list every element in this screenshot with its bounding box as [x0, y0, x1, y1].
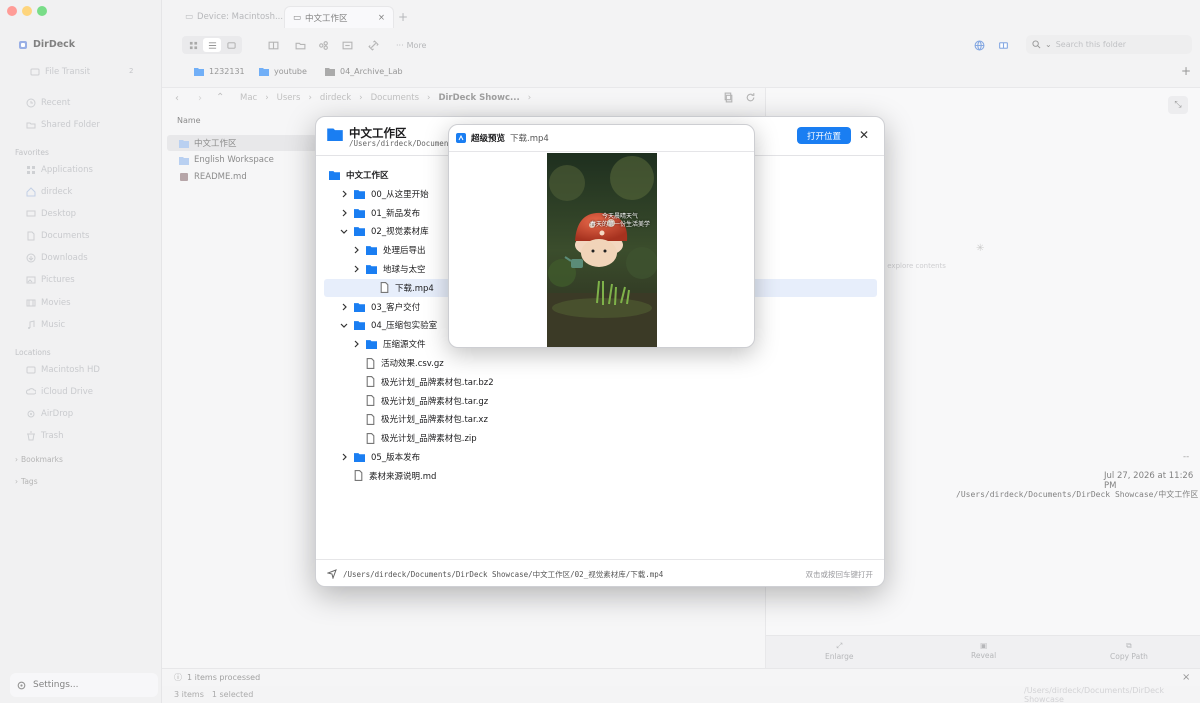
tree-row[interactable]: 04_压缩包实验室 — [340, 316, 437, 334]
video-caption: 今天晨晴天气 春天的第一份生活美学 — [589, 213, 650, 228]
dialog-footer: /Users/dirdeck/Documents/DirDeck Showcas… — [316, 559, 884, 586]
tree-row-label: 02_视觉素材库 — [371, 227, 429, 238]
tree-row-label: 极光计划_品牌素材包.tar.xz — [381, 415, 488, 426]
tree-row[interactable]: 地球与太空 — [352, 260, 426, 278]
tree-row-label: 极光计划_品牌素材包.zip — [381, 434, 477, 445]
tree-row-label: 处理后导出 — [383, 246, 426, 257]
tree-row[interactable]: 05_版本发布 — [340, 448, 420, 466]
quicklook-app-icon — [456, 133, 466, 143]
footer-path: /Users/dirdeck/Documents/DirDeck Showcas… — [343, 569, 664, 579]
chevron-right-icon[interactable] — [340, 453, 348, 461]
file-icon — [366, 432, 375, 444]
tree-row-label: 地球与太空 — [383, 265, 426, 275]
folder-icon — [354, 208, 365, 218]
dialog-path: /Users/dirdeck/Documents — [349, 139, 458, 148]
tree-row[interactable]: 极光计划_品牌素材包.tar.bz2 — [352, 373, 494, 391]
file-icon — [366, 395, 375, 407]
file-icon — [380, 282, 389, 294]
folder-icon — [354, 452, 365, 462]
folder-icon — [354, 226, 365, 237]
tree-row[interactable]: 02_视觉素材库 — [340, 222, 429, 240]
chevron-right-icon[interactable] — [352, 246, 360, 254]
file-icon — [354, 470, 363, 482]
tree-row-label: 下载.mp4 — [395, 283, 434, 294]
folder-icon — [354, 189, 365, 199]
chevron-down-icon[interactable] — [340, 227, 348, 235]
tree-row-label: 素材来源说明.md — [369, 471, 437, 482]
file-icon — [366, 413, 375, 425]
tree-row[interactable]: 01_新品发布 — [340, 204, 420, 222]
folder-icon — [327, 127, 343, 141]
tree-row[interactable]: 素材来源说明.md — [340, 467, 436, 485]
tree-row[interactable]: 压缩源文件 — [352, 335, 426, 353]
chevron-right-icon[interactable] — [340, 190, 348, 198]
chevron-down-icon[interactable] — [340, 321, 348, 329]
tree-row[interactable]: 处理后导出 — [352, 241, 426, 259]
tree-row[interactable]: 极光计划_品牌素材包.tar.gz — [352, 392, 488, 410]
file-icon — [366, 357, 375, 369]
tree-row[interactable]: 03_客户交付 — [340, 298, 420, 316]
tree-row-label: 01_新品发布 — [371, 208, 421, 219]
quicklook-header: 超级预览 下载.mp4 — [449, 125, 754, 152]
chevron-right-icon[interactable] — [352, 340, 360, 348]
open-location-button[interactable]: 打开位置 — [797, 127, 851, 144]
tree-row-label: 活动效果.csv.gz — [381, 359, 444, 369]
tree-row-label: 04_压缩包实验室 — [371, 321, 438, 332]
video-preview[interactable]: 今天晨晴天气 春天的第一份生活美学 — [547, 153, 657, 347]
folder-icon — [366, 245, 377, 256]
footer-hint: 双击或按回车键打开 — [805, 570, 874, 579]
tree-row-label: 00_从这里开始 — [371, 189, 429, 200]
video-frame-image — [547, 153, 657, 347]
folder-icon — [354, 320, 365, 331]
chevron-right-icon[interactable] — [352, 265, 360, 273]
quicklook-popover: 超级预览 下载.mp4 今天晨晴天气 春天的第一份生活美学 — [448, 124, 755, 348]
file-icon — [366, 376, 375, 388]
tree-row-label: 03_客户交付 — [371, 302, 421, 313]
close-dialog-button[interactable]: ✕ — [857, 128, 871, 142]
tree-row-label: 中文工作区 — [346, 171, 389, 181]
tree-row[interactable]: 中文工作区 — [329, 166, 389, 184]
folder-icon — [354, 302, 365, 312]
folder-icon — [366, 339, 377, 350]
chevron-right-icon[interactable] — [340, 209, 348, 217]
tree-row[interactable]: 极光计划_品牌素材包.zip — [352, 429, 477, 447]
tree-row-label: 压缩源文件 — [383, 340, 426, 351]
tree-row[interactable]: 极光计划_品牌素材包.tar.xz — [352, 410, 488, 428]
tree-row-label: 05_版本发布 — [371, 453, 421, 463]
folder-icon — [366, 264, 377, 274]
tree-row-label: 极光计划_品牌素材包.tar.gz — [381, 396, 489, 407]
location-arrow-icon — [327, 569, 337, 579]
chevron-right-icon[interactable] — [340, 303, 348, 311]
tree-row[interactable]: 00_从这里开始 — [340, 185, 429, 203]
tree-row-label: 极光计划_品牌素材包.tar.bz2 — [381, 377, 494, 388]
tree-row[interactable]: 活动效果.csv.gz — [352, 354, 444, 372]
folder-icon — [329, 170, 340, 180]
